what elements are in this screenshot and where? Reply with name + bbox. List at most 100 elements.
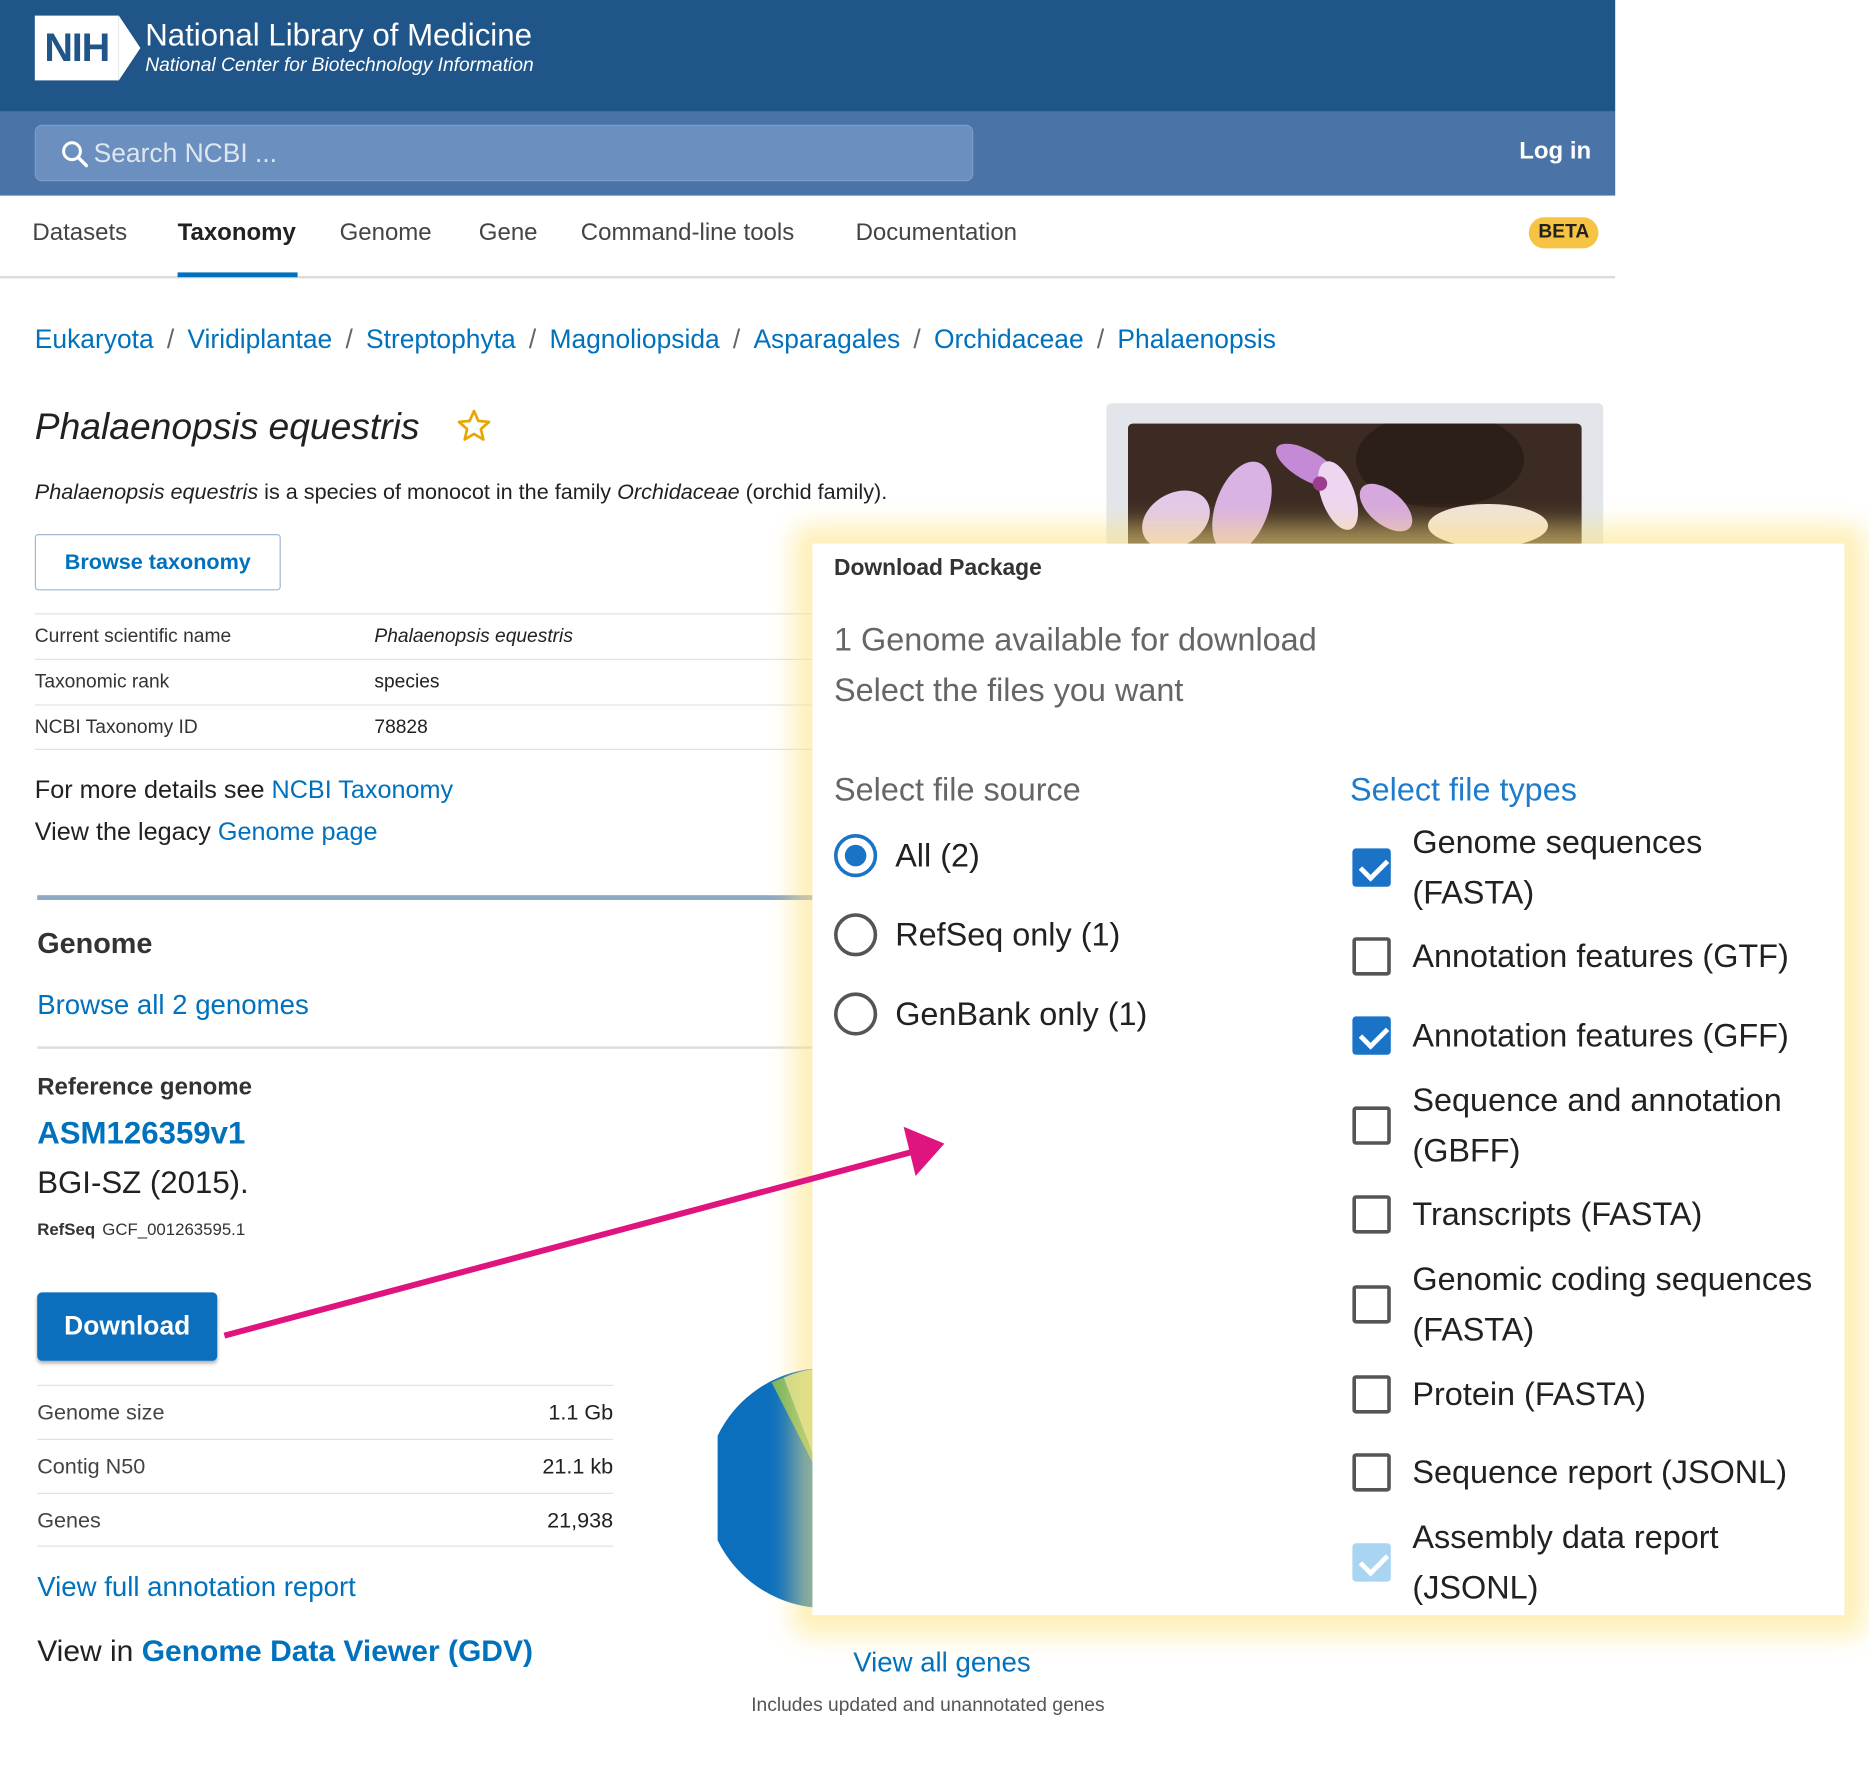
reference-genome-heading: Reference genome: [37, 1074, 252, 1101]
taxonomy-info-table: Current scientific name Phalaenopsis equ…: [34, 613, 827, 750]
description-end: (orchid family).: [739, 480, 888, 505]
genes-note: Includes updated and unannotated genes: [751, 1695, 1105, 1717]
genome-stats-table: Genome size 1.1 Gb Contig N50 21.1 kb Ge…: [37, 1384, 614, 1547]
view-all-genes-link[interactable]: View all genes: [853, 1646, 1030, 1678]
refseq-accession-line: RefSeq GCF_001263595.1: [37, 1219, 245, 1238]
breadcrumb-separator: /: [913, 324, 921, 354]
radio-button[interactable]: [834, 992, 878, 1036]
nih-logo[interactable]: NIH: [34, 15, 141, 81]
legacy-text: View the legacy: [34, 818, 218, 847]
breadcrumb-separator: /: [732, 324, 741, 354]
table-row: Genome size 1.1 Gb: [37, 1384, 614, 1439]
checkbox-label: Genome sequences (FASTA): [1412, 824, 1703, 911]
table-row: Genes 21,938: [37, 1492, 614, 1547]
more-details-text: For more details see: [34, 776, 272, 805]
genome-page-link[interactable]: Genome page: [218, 818, 378, 846]
tab-taxonomy[interactable]: Taxonomy: [178, 220, 296, 248]
search-bar: Log in: [0, 111, 1616, 196]
star-icon[interactable]: [456, 408, 492, 444]
browse-taxonomy-button[interactable]: Browse taxonomy: [34, 534, 281, 591]
info-label: NCBI Taxonomy ID: [34, 717, 198, 738]
breadcrumb-viridiplantae[interactable]: Viridiplantae: [187, 324, 332, 355]
stat-value: 21.1 kb: [542, 1454, 614, 1479]
breadcrumb-streptophyta[interactable]: Streptophyta: [366, 324, 516, 355]
checkbox[interactable]: [1352, 1285, 1391, 1324]
nih-logo-chevron: [118, 15, 141, 81]
ncbi-taxonomy-link[interactable]: NCBI Taxonomy: [272, 776, 454, 804]
page-root: NIH National Library of Medicine Nationa…: [0, 0, 1869, 1792]
genomes-available-text: 1 Genome available for download: [834, 621, 1317, 658]
divider: [37, 1046, 818, 1049]
table-row: Contig N50 21.1 kb: [37, 1438, 614, 1493]
download-button[interactable]: Download: [37, 1292, 218, 1361]
download-package-panel: Download Package 1 Genome available for …: [812, 543, 1845, 1616]
file-source-heading: Select file source: [834, 771, 1081, 808]
select-files-text: Select the files you want: [834, 672, 1184, 708]
browse-all-genomes-link[interactable]: Browse all 2 genomes: [37, 989, 309, 1021]
tab-command-line-tools[interactable]: Command-line tools: [581, 220, 794, 248]
site-subtitle: National Center for Biotechnology Inform…: [145, 55, 534, 76]
source-option-refseq[interactable]: RefSeq only (1): [834, 913, 1121, 957]
table-row: NCBI Taxonomy ID 78828: [34, 704, 827, 750]
page-title: Phalaenopsis equestris: [34, 405, 420, 448]
breadcrumb-magnoliopsida[interactable]: Magnoliopsida: [549, 324, 719, 355]
table-row: Current scientific name Phalaenopsis equ…: [34, 613, 827, 659]
source-option-all[interactable]: All (2): [834, 834, 980, 878]
description-family: Orchidaceae: [617, 480, 740, 505]
tab-documentation[interactable]: Documentation: [856, 220, 1017, 248]
file-types-heading[interactable]: Select file types: [1350, 772, 1577, 809]
checkbox-label: Sequence report (JSONL): [1412, 1454, 1787, 1491]
main-nav: Datasets Taxonomy Genome Gene Command-li…: [0, 196, 1616, 279]
checkbox[interactable]: [1352, 1195, 1391, 1234]
checkbox[interactable]: [1352, 1016, 1391, 1055]
breadcrumb-orchidaceae[interactable]: Orchidaceae: [934, 324, 1084, 355]
checkbox-label: Protein (FASTA): [1412, 1376, 1646, 1413]
description-species: Phalaenopsis equestris: [34, 480, 259, 505]
info-value: Phalaenopsis equestris: [374, 626, 573, 647]
checkbox[interactable]: [1352, 1453, 1391, 1492]
refseq-accession: GCF_001263595.1: [102, 1219, 246, 1239]
checkbox[interactable]: [1352, 848, 1391, 887]
breadcrumb-separator: /: [166, 324, 175, 354]
checkbox[interactable]: [1352, 937, 1391, 976]
checkbox-label: Assembly data report (JSONL): [1412, 1519, 1719, 1606]
source-option-genbank[interactable]: GenBank only (1): [834, 992, 1147, 1036]
tab-gene[interactable]: Gene: [479, 220, 538, 248]
breadcrumb-asparagales[interactable]: Asparagales: [753, 324, 900, 355]
checkbox-label: Sequence and annotation (GBFF): [1412, 1082, 1782, 1169]
site-title[interactable]: National Library of Medicine: [145, 17, 532, 54]
full-annotation-report-link[interactable]: View full annotation report: [37, 1571, 356, 1603]
checkbox[interactable]: [1352, 1106, 1391, 1145]
radio-label: RefSeq only (1): [895, 916, 1121, 953]
info-value: species: [374, 672, 440, 693]
checkbox-label: Annotation features (GTF): [1412, 938, 1789, 975]
assembly-link[interactable]: ASM126359v1: [37, 1115, 245, 1152]
radio-button[interactable]: [834, 834, 878, 878]
stat-value: 21,938: [547, 1508, 614, 1533]
tab-genome[interactable]: Genome: [340, 220, 432, 248]
breadcrumb-eukaryota[interactable]: Eukaryota: [35, 324, 154, 355]
checkbox: [1352, 1543, 1391, 1582]
active-tab-indicator: [177, 272, 298, 278]
tab-datasets[interactable]: Datasets: [32, 220, 127, 248]
search-icon[interactable]: [60, 139, 89, 168]
section-divider: [37, 895, 818, 901]
checkbox[interactable]: [1352, 1375, 1391, 1414]
search-field[interactable]: [34, 124, 974, 182]
stat-label: Genome size: [37, 1400, 165, 1425]
stat-label: Contig N50: [37, 1454, 146, 1479]
breadcrumb-phalaenopsis[interactable]: Phalaenopsis: [1117, 324, 1276, 355]
description-text: is a species of monocot in the family: [258, 480, 618, 505]
search-input[interactable]: [93, 126, 934, 180]
checkbox-label: Annotation features (GFF): [1412, 1017, 1789, 1054]
breadcrumb-separator: /: [345, 324, 353, 354]
radio-button[interactable]: [834, 913, 878, 957]
info-value: 78828: [374, 717, 428, 738]
breadcrumb-separator: /: [1096, 324, 1105, 354]
login-link[interactable]: Log in: [1519, 138, 1591, 166]
gdv-link[interactable]: Genome Data Viewer (GDV): [142, 1634, 533, 1668]
info-label: Taxonomic rank: [34, 672, 170, 693]
site-header: NIH National Library of Medicine Nationa…: [0, 0, 1616, 112]
stat-value: 1.1 Gb: [548, 1400, 614, 1425]
info-label: Current scientific name: [34, 626, 232, 647]
